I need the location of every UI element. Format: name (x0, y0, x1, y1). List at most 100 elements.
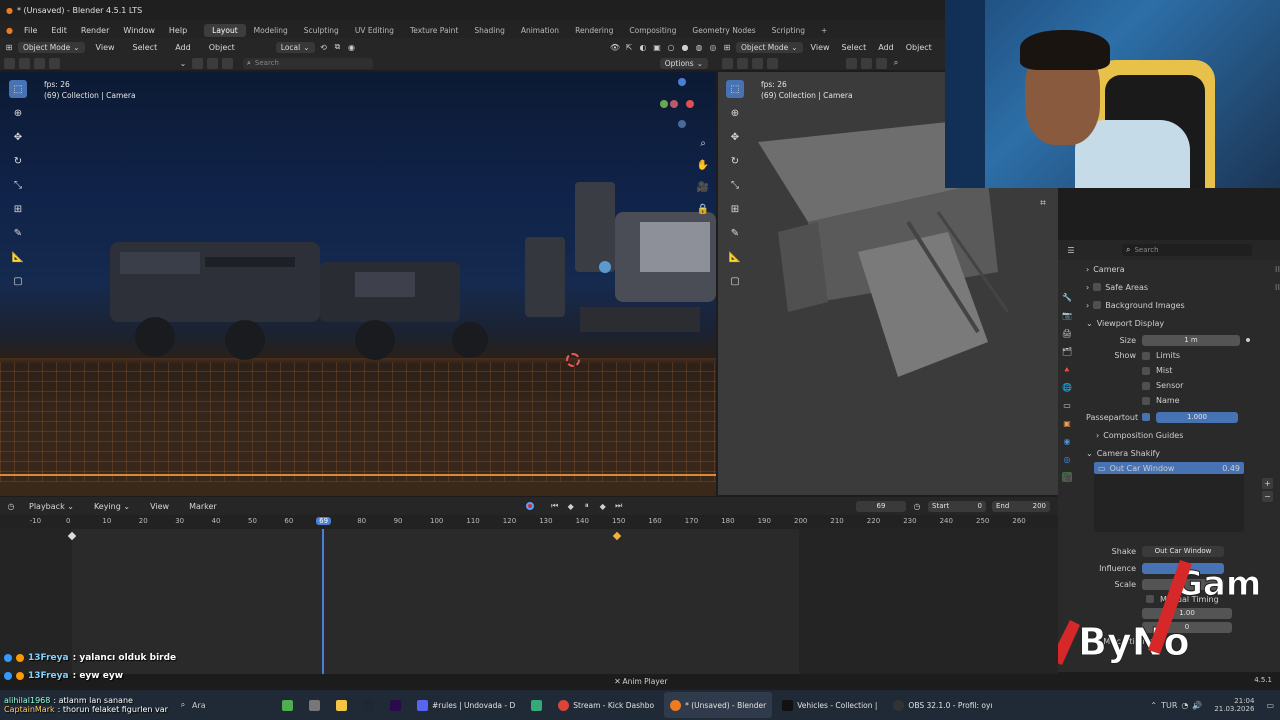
search-icon-2[interactable]: ⌕ (891, 58, 901, 68)
annotate-tool-icon[interactable]: ✎ (9, 224, 27, 242)
properties-search-input[interactable]: ⌕ Search (1122, 244, 1252, 256)
shading-icon-3[interactable] (861, 57, 872, 69)
taskbar-app-icon[interactable] (384, 692, 407, 718)
snap-icon[interactable]: ⧉ (333, 42, 343, 52)
tab-geometry-nodes[interactable]: Geometry Nodes (684, 24, 763, 37)
list-icon[interactable]: ⁝⁝ (1275, 265, 1280, 274)
keying-menu[interactable]: Keying ⌄ (87, 502, 137, 511)
move-tool-icon-2[interactable]: ✥ (726, 128, 744, 146)
notification-icon[interactable]: ▭ (1266, 701, 1274, 710)
select-extend-icon[interactable] (19, 57, 30, 69)
panel-safe-areas[interactable]: › Safe Areas ⁝⁝ (1086, 278, 1280, 296)
mist-checkbox[interactable] (1142, 366, 1150, 375)
tab-sculpting[interactable]: Sculpting (296, 24, 347, 37)
clock[interactable]: 21:04 21.03.2026 (1214, 697, 1254, 713)
taskbar-app-icon[interactable] (276, 692, 299, 718)
cursor-tool-icon[interactable]: ⊕ (9, 104, 27, 122)
lock-icon[interactable]: 🔒 (694, 200, 712, 218)
add-shake-button[interactable]: + (1262, 478, 1273, 489)
select-box-icon[interactable] (4, 57, 15, 69)
main-viewport[interactable]: fps: 26 (69) Collection | Camera ⬚ ⊕ ✥ ↻… (0, 72, 716, 496)
wifi-icon[interactable]: ◔ (1181, 701, 1188, 710)
rotate-tool-icon[interactable]: ↻ (9, 152, 27, 170)
pan-hand-icon[interactable]: ✋ (694, 156, 712, 174)
tab-animation[interactable]: Animation (513, 24, 567, 37)
gizmo-z-icon[interactable] (678, 78, 686, 86)
passepartout-checkbox[interactable] (1142, 413, 1150, 421)
xray-icon[interactable]: ▣ (652, 42, 662, 52)
mode-dropdown-2[interactable]: Object Mode ⌄ (736, 41, 803, 53)
constraints-tab-icon[interactable]: ◎ (1062, 454, 1072, 464)
scale-tool-icon[interactable]: ⤡ (9, 176, 27, 194)
name-checkbox[interactable] (1142, 396, 1150, 405)
add-cube-tool-icon-2[interactable]: ▢ (726, 272, 744, 290)
start-frame-field[interactable]: Start 0 (928, 500, 986, 512)
menu-view-2[interactable]: View (807, 43, 834, 52)
tool-settings-icon[interactable] (192, 57, 203, 69)
select-invert-icon[interactable] (49, 57, 60, 69)
jump-end-icon[interactable]: ⏭ (614, 501, 624, 511)
menu-help[interactable]: Help (162, 26, 194, 35)
search-input[interactable]: ⌕ Search (243, 57, 373, 69)
properties-editor-icon[interactable]: ☰ (1066, 245, 1076, 255)
move-tool-icon[interactable]: ✥ (9, 128, 27, 146)
passepartout-field[interactable]: 1.000 (1156, 411, 1238, 423)
safe-areas-checkbox[interactable] (1093, 283, 1102, 291)
shading-rendered-icon[interactable]: ◎ (708, 42, 718, 52)
shading-material-icon[interactable]: ◍ (694, 42, 704, 52)
zoom-icon[interactable]: ⌕ (694, 134, 712, 152)
tab-layout[interactable]: Layout (204, 23, 246, 37)
menu-select-2[interactable]: Select (838, 43, 871, 52)
world-tab-icon[interactable]: 🌐 (1062, 382, 1072, 392)
list-icon[interactable]: ⁝⁝ (1275, 283, 1280, 292)
timeline-body[interactable]: 13Freya: yalancı olduk birde (0, 529, 1058, 674)
options-button[interactable]: Options ⌄ (659, 57, 708, 69)
physics-tab-icon[interactable]: ◉ (1062, 436, 1072, 446)
taskbar-blender[interactable]: * (Unsaved) - Blender (664, 692, 773, 718)
add-workspace-icon[interactable]: + (813, 24, 835, 37)
menu-file[interactable]: File (17, 26, 44, 35)
taskbar-vehicles[interactable]: Vehicles - Collection | (776, 692, 883, 718)
proportional-icon[interactable]: ◉ (347, 42, 357, 52)
taskbar-discord[interactable]: #rules | Undovada - D (411, 692, 521, 718)
taskbar-app-icon[interactable] (303, 692, 326, 718)
annotate-tool-icon-2[interactable]: ✎ (726, 224, 744, 242)
background-images-checkbox[interactable] (1093, 301, 1102, 309)
menu-object-2[interactable]: Object (902, 43, 936, 52)
select-box-icon-2[interactable] (722, 57, 733, 69)
shake-list-item[interactable]: ▭ Out Car Window 0.49 (1094, 462, 1244, 474)
output-tab-icon[interactable]: 🖨 (1062, 328, 1072, 338)
taskbar-chrome[interactable]: Stream - Kick Dashbo (552, 692, 660, 718)
clock-icon[interactable]: ◷ (912, 501, 922, 511)
tab-shading[interactable]: Shading (466, 24, 512, 37)
pivot-icon[interactable]: ⟲ (319, 42, 329, 52)
jump-keyframe-fwd-icon[interactable]: ◆ (598, 501, 608, 511)
timeline-editor-icon[interactable]: ◷ (6, 501, 16, 511)
tray-chevron-icon[interactable]: ⌃ (1150, 701, 1157, 710)
menu-view[interactable]: View (89, 43, 122, 52)
timeline-view-menu[interactable]: View (143, 502, 176, 511)
tab-rendering[interactable]: Rendering (567, 24, 621, 37)
transform-tool-icon[interactable]: ⊞ (9, 200, 27, 218)
limits-checkbox[interactable] (1142, 351, 1150, 360)
gizmo-y-icon[interactable] (660, 100, 668, 108)
lang-indicator[interactable]: TUR (1161, 701, 1177, 710)
panel-viewport-display[interactable]: ⌄ Viewport Display (1086, 314, 1280, 332)
measure-tool-icon-2[interactable]: 📐 (726, 248, 744, 266)
scale-tool-icon-2[interactable]: ⤡ (726, 176, 744, 194)
shading-icon-2[interactable] (846, 57, 857, 69)
playback-menu[interactable]: Playback ⌄ (22, 502, 81, 511)
record-icon[interactable] (525, 502, 534, 510)
navigation-gizmo[interactable] (656, 78, 706, 132)
select-extend-icon-2[interactable] (737, 57, 748, 69)
panel-camera[interactable]: › Camera ⁝⁝ (1086, 260, 1280, 278)
scene-tab-icon[interactable]: 🔺 (1062, 364, 1072, 374)
blender-menu-icon[interactable]: ● (6, 26, 13, 35)
panel-background-images[interactable]: › Background Images (1086, 296, 1280, 314)
transform-tool-icon-2[interactable]: ⊞ (726, 200, 744, 218)
menu-add[interactable]: Add (168, 43, 198, 52)
collection-tab-icon[interactable]: ▭ (1062, 400, 1072, 410)
gizmo-icon[interactable]: ⇱ (624, 42, 634, 52)
tab-scripting[interactable]: Scripting (764, 24, 813, 37)
grid-toggle-icon[interactable]: ⌗ (1034, 194, 1052, 212)
